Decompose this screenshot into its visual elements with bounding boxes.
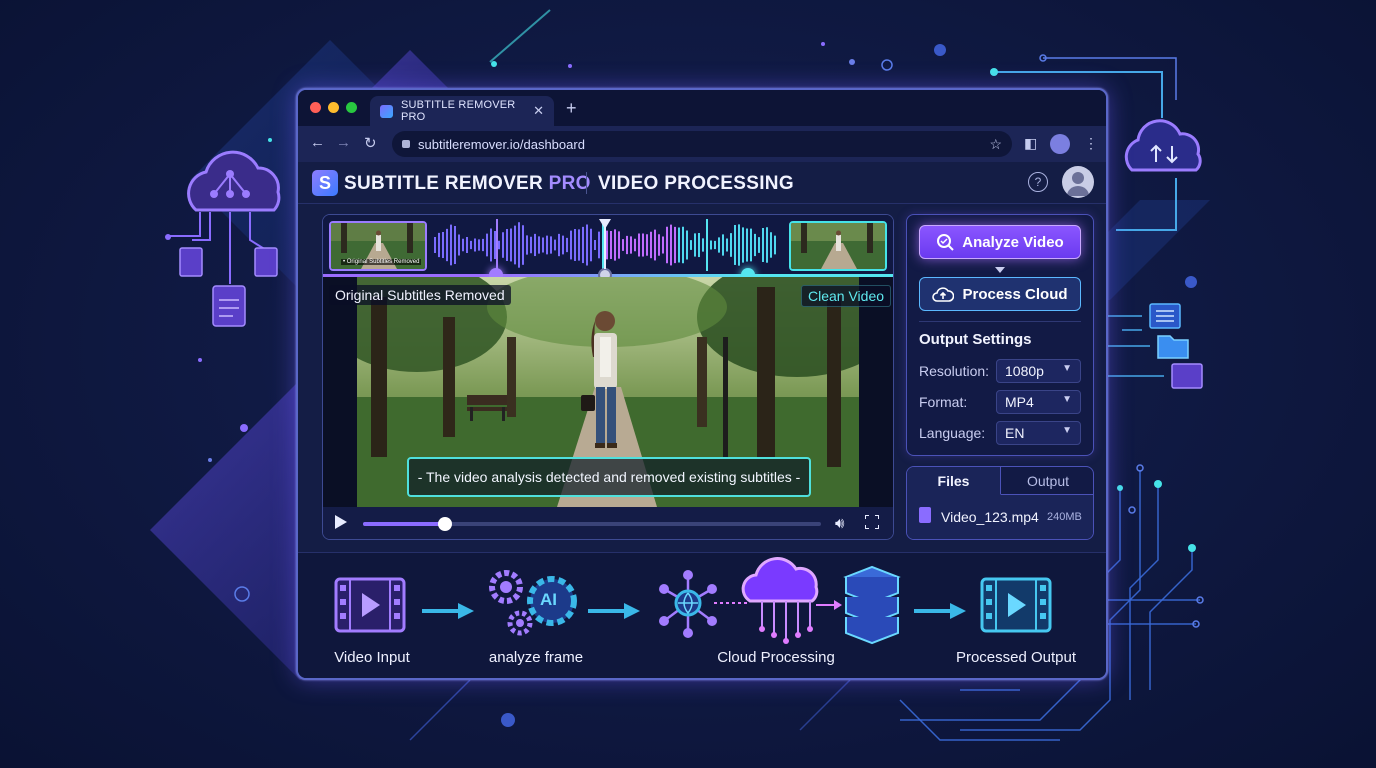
language-label: Language: xyxy=(919,425,986,441)
resolution-select[interactable]: 1080p ▼ xyxy=(996,359,1081,383)
url-text: subtitleremover.io/dashboard xyxy=(418,136,585,152)
format-label: Format: xyxy=(919,394,968,410)
maximize-window-button[interactable] xyxy=(346,102,357,113)
thumbnail-clean-image xyxy=(791,223,885,269)
file-list-item[interactable]: Video_123.mp4 240MB xyxy=(907,495,1093,539)
format-value: MP4 xyxy=(1005,394,1034,410)
url-field[interactable]: subtitleremover.io/dashboard ☆ xyxy=(392,131,1012,157)
processed-output-icon xyxy=(980,577,1052,633)
video-input-icon xyxy=(334,577,406,633)
thumbnail-clean[interactable] xyxy=(789,221,887,271)
step-video-input: Video Input xyxy=(334,649,410,666)
tab-title: SUBTITLE REMOVER PRO xyxy=(401,99,516,123)
playhead-line xyxy=(604,227,606,269)
resolution-label: Resolution: xyxy=(919,363,990,379)
tab-output[interactable]: Output xyxy=(1001,467,1093,495)
cloud-upload-icon xyxy=(932,287,955,302)
app-name: SUBTITLE REMOVER PRO xyxy=(344,173,591,195)
app-name-accent: PRO xyxy=(548,173,591,194)
forward-arrow-icon[interactable]: → xyxy=(336,134,351,151)
minimize-window-button[interactable] xyxy=(328,102,339,113)
subtitle-overlay: - The video analysis detected and remove… xyxy=(407,457,811,497)
user-avatar[interactable] xyxy=(1062,166,1094,198)
language-select[interactable]: EN ▼ xyxy=(996,421,1081,445)
video-player[interactable]: Original Subtitles Removed Clean Video -… xyxy=(323,277,893,507)
analyze-icon xyxy=(937,234,954,251)
lock-icon xyxy=(402,140,410,148)
files-panel: Files Output Video_123.mp4 240MB xyxy=(906,466,1094,540)
panel-divider xyxy=(919,321,1081,322)
player-controls: 🔊︎ xyxy=(323,507,893,539)
app-header: S SUBTITLE REMOVER PRO VIDEO PROCESSING … xyxy=(298,162,1106,204)
action-panel: Analyze Video Process Cloud Output Setti… xyxy=(906,214,1094,456)
chevron-down-icon: ▼ xyxy=(1062,394,1072,405)
timeline-strip[interactable]: • Original Subtitles Removed xyxy=(323,215,893,282)
new-tab-button[interactable]: + xyxy=(566,98,577,119)
step-analyze-frame: analyze frame xyxy=(488,649,584,666)
bookmark-star-icon[interactable]: ☆ xyxy=(989,136,1002,153)
right-cloud-icon xyxy=(1124,119,1202,172)
workflow-diagram: Video Input AI analyze frame Cloud Proce… xyxy=(298,552,1106,678)
original-subtitles-label: Original Subtitles Removed xyxy=(329,285,511,305)
sidepanel-icon[interactable]: ◧ xyxy=(1024,135,1037,152)
browser-window: SUBTITLE REMOVER PRO ✕ + ← → ↻ subtitler… xyxy=(296,88,1108,680)
reload-icon[interactable]: ↻ xyxy=(364,134,377,152)
browser-tab[interactable]: SUBTITLE REMOVER PRO ✕ xyxy=(370,96,554,126)
step-cloud-processing: Cloud Processing xyxy=(717,649,835,666)
gears-ai-icon xyxy=(489,570,577,636)
back-arrow-icon[interactable]: ← xyxy=(310,134,325,151)
video-panel: • Original Subtitles Removed Original Su… xyxy=(322,214,894,540)
browser-tabbar: SUBTITLE REMOVER PRO ✕ + xyxy=(298,90,1106,126)
clean-video-label: Clean Video xyxy=(801,285,892,307)
flow-arrow-icon xyxy=(914,603,966,619)
tab-close-icon[interactable]: ✕ xyxy=(533,103,544,119)
playback-progress[interactable] xyxy=(363,517,821,531)
output-settings-title: Output Settings xyxy=(919,331,1032,348)
app-name-main: SUBTITLE REMOVER xyxy=(344,173,549,194)
process-cloud-button[interactable]: Process Cloud xyxy=(919,277,1081,311)
ai-badge: AI xyxy=(540,590,557,609)
thumbnail-caption: • Original Subtitles Removed xyxy=(341,259,422,265)
format-select[interactable]: MP4 ▼ xyxy=(996,390,1081,414)
close-window-button[interactable] xyxy=(310,102,321,113)
app-logo-icon: S xyxy=(312,170,338,196)
progress-fill xyxy=(363,522,446,526)
profile-avatar[interactable] xyxy=(1050,134,1070,154)
help-icon[interactable]: ? xyxy=(1028,172,1048,192)
play-icon[interactable] xyxy=(335,515,347,529)
step-processed-output: Processed Output xyxy=(955,649,1077,666)
language-value: EN xyxy=(1005,425,1025,441)
cloud-processing-icon xyxy=(659,557,901,645)
user-icon xyxy=(1067,172,1089,196)
file-icon xyxy=(919,507,931,523)
volume-icon[interactable]: 🔊︎ xyxy=(835,515,844,532)
more-menu-icon[interactable]: ⋮ xyxy=(1084,135,1098,152)
chevron-down-icon: ▼ xyxy=(1062,363,1072,374)
page-title: VIDEO PROCESSING xyxy=(598,173,794,194)
tab-favicon-icon xyxy=(380,104,393,118)
resolution-value: 1080p xyxy=(1005,363,1044,379)
thumbnail-original[interactable]: • Original Subtitles Removed xyxy=(329,221,427,271)
flow-arrow-icon xyxy=(588,603,640,619)
analyze-video-label: Analyze Video xyxy=(962,233,1064,251)
address-bar: ← → ↻ subtitleremover.io/dashboard ☆ ◧ ⋮ xyxy=(298,126,1106,162)
format-row: Format: MP4 ▼ xyxy=(919,390,1081,414)
progress-knob[interactable] xyxy=(438,517,453,531)
header-divider xyxy=(586,172,587,194)
analyze-video-button[interactable]: Analyze Video xyxy=(919,225,1081,259)
tab-files[interactable]: Files xyxy=(907,467,1001,495)
chevron-down-icon: ▼ xyxy=(1062,425,1072,436)
file-name: Video_123.mp4 xyxy=(941,509,1039,525)
process-cloud-label: Process Cloud xyxy=(962,285,1068,303)
caret-down-icon xyxy=(995,267,1005,273)
file-size: 240MB xyxy=(1047,511,1082,523)
language-row: Language: EN ▼ xyxy=(919,421,1081,445)
resolution-row: Resolution: 1080p ▼ xyxy=(919,359,1081,383)
fullscreen-icon[interactable] xyxy=(865,515,879,529)
flow-arrow-icon xyxy=(422,603,474,619)
